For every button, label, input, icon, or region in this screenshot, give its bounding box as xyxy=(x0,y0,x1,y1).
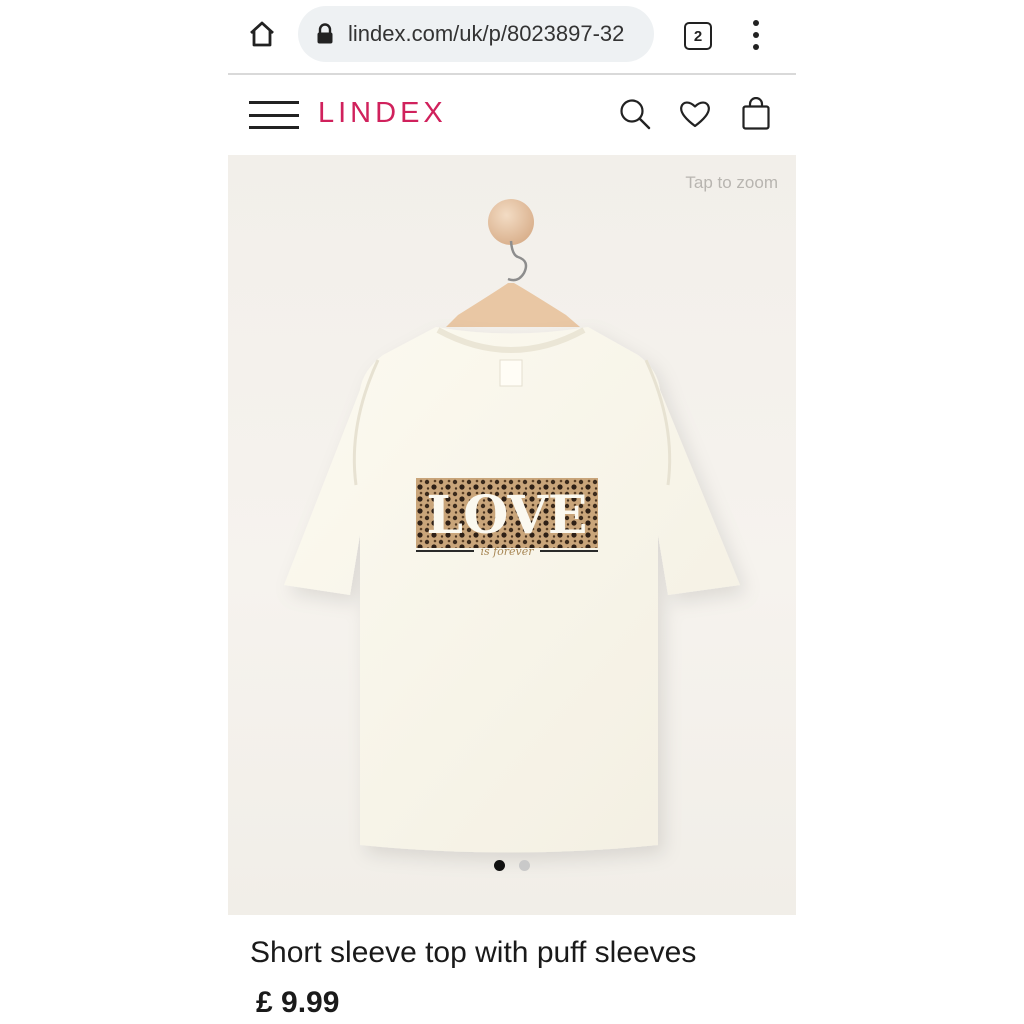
product-image-gallery[interactable]: Tap to zoom LOVE is forever xyxy=(228,155,796,915)
product-price: £ 9.99 xyxy=(256,986,340,1019)
love-print: LOVE is forever xyxy=(416,478,598,558)
menu-icon xyxy=(249,101,299,104)
phone-screen: lindex.com/uk/p/8023897-32 2 LINDEX Tap … xyxy=(228,0,796,1024)
address-bar[interactable]: lindex.com/uk/p/8023897-32 xyxy=(298,6,654,62)
heart-icon[interactable] xyxy=(678,97,712,131)
hanger xyxy=(446,283,580,327)
site-header: LINDEX xyxy=(228,75,796,155)
product-image: LOVE is forever xyxy=(284,199,740,853)
url-text: lindex.com/uk/p/8023897-32 xyxy=(348,21,625,46)
gallery-dot-1[interactable] xyxy=(494,860,505,871)
print-subtext: is forever xyxy=(480,545,534,558)
product-title: Short sleeve top with puff sleeves xyxy=(250,936,697,969)
lock-icon xyxy=(317,23,333,44)
print-text: LOVE xyxy=(427,485,588,546)
more-vert-icon xyxy=(753,20,759,26)
hanger-knob xyxy=(488,199,534,245)
bag-icon[interactable] xyxy=(739,97,773,131)
home-icon xyxy=(250,21,274,47)
home-button[interactable] xyxy=(246,18,278,50)
menu-button[interactable] xyxy=(249,101,299,129)
gallery-dot-2[interactable] xyxy=(519,860,530,871)
browser-menu-button[interactable] xyxy=(748,20,764,50)
search-icon[interactable] xyxy=(618,97,652,131)
tabs-button[interactable]: 2 xyxy=(684,22,712,50)
gallery-pagination xyxy=(494,860,530,871)
tab-count: 2 xyxy=(693,27,703,45)
site-logo[interactable]: LINDEX xyxy=(318,97,447,130)
browser-toolbar: lindex.com/uk/p/8023897-32 2 xyxy=(228,0,796,75)
t-shirt xyxy=(284,327,740,853)
